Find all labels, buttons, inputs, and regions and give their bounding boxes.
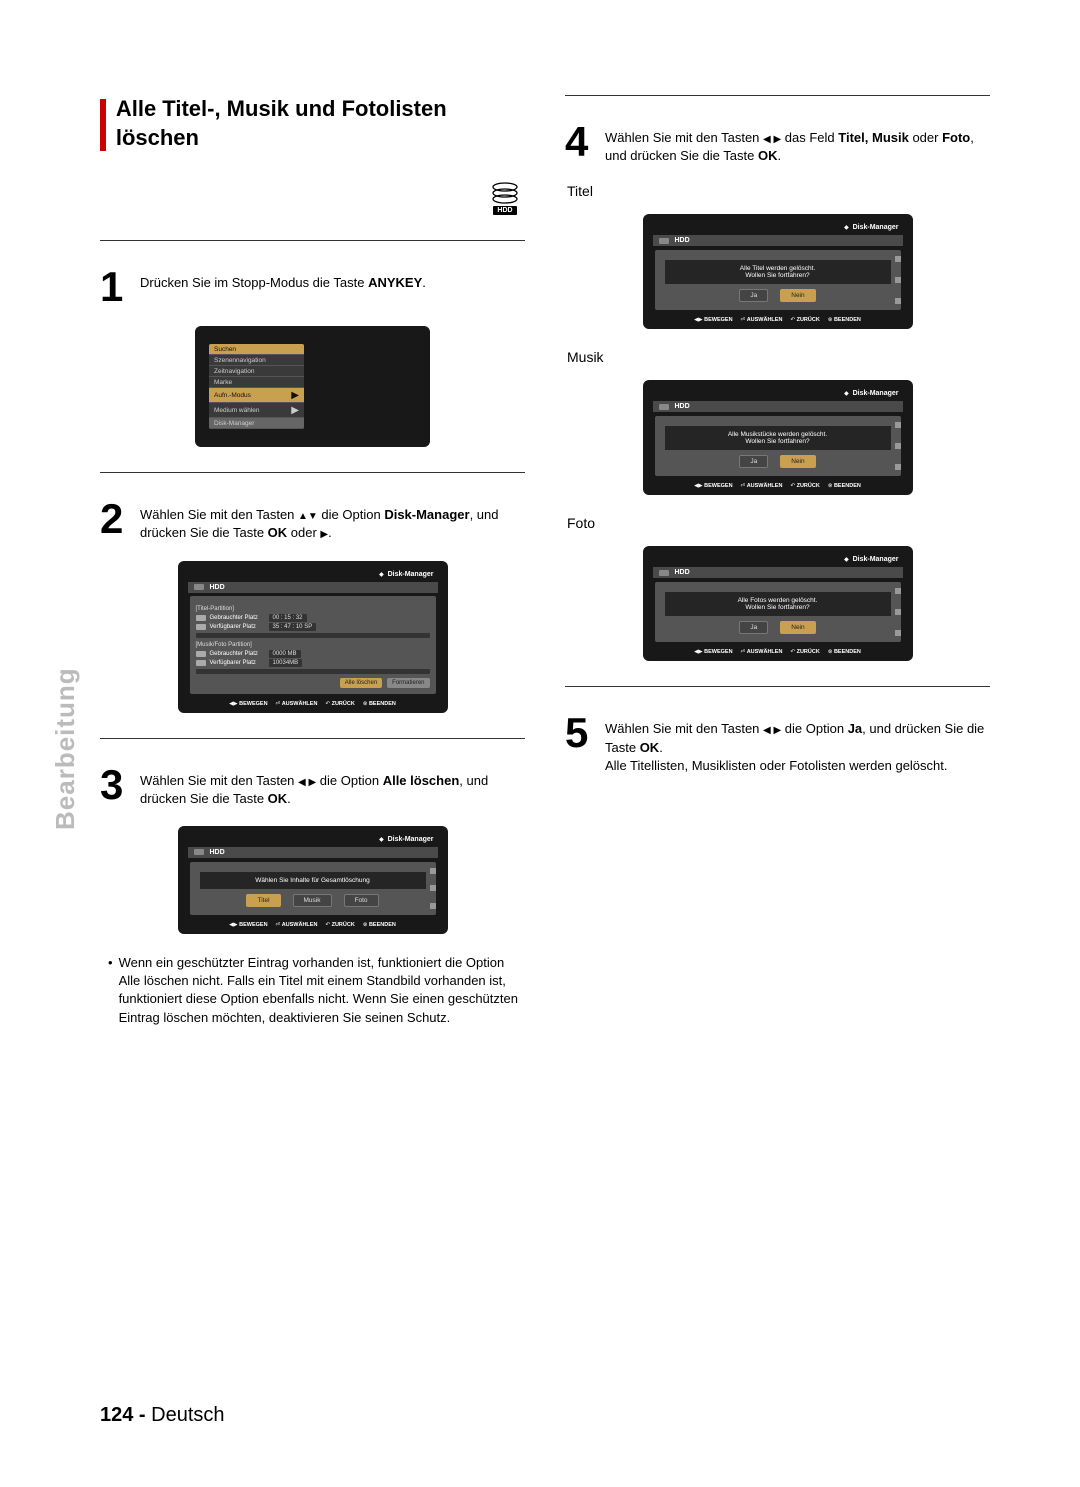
btn-yes: Ja	[739, 455, 768, 468]
btn-yes: Ja	[739, 621, 768, 634]
opt-musik: Musik	[293, 894, 332, 907]
opt-titel: Titel	[246, 894, 280, 907]
menu-item: Marke	[209, 377, 304, 388]
page-number: 124 -	[100, 1404, 146, 1426]
divider	[565, 686, 990, 687]
right-column: 4 Wählen Sie mit den Tasten ◀ ▶ das Feld…	[565, 95, 990, 1027]
opt-foto: Foto	[344, 894, 379, 907]
btn-format: Formatieren	[387, 678, 429, 688]
label-musik: Musik	[567, 349, 990, 365]
step-2: 2 Wählen Sie mit den Tasten ▲▼ die Optio…	[100, 498, 525, 542]
section-title-text: Alle Titel-, Musik und Fotolisten lösche…	[116, 95, 525, 152]
step-number: 1	[100, 266, 130, 308]
step-1: 1 Drücken Sie im Stopp-Modus die Taste A…	[100, 266, 525, 308]
menu-item: Aufn.-Modus▶	[209, 388, 304, 403]
anykey-menu: Suchen Szenennavigation Zeitnavigation M…	[209, 344, 304, 429]
menu-item: Szenennavigation	[209, 355, 304, 366]
screenshot-confirm-titel: ◆ Disk-Manager HDD Alle Titel werden gel…	[643, 214, 913, 329]
step-number: 5	[565, 712, 595, 754]
manual-page: Bearbeitung Alle Titel-, Musik und Fotol…	[0, 0, 1080, 1487]
left-column: Alle Titel-, Musik und Fotolisten lösche…	[100, 95, 525, 1027]
hdd-label: HDD	[493, 206, 516, 215]
drive-icon	[194, 584, 204, 590]
step-text: Wählen Sie mit den Tasten ▲▼ die Option …	[140, 498, 525, 542]
step-text: Wählen Sie mit den Tasten ◀ ▶ die Option…	[605, 712, 990, 775]
divider	[100, 472, 525, 473]
menu-item: Zeitnavigation	[209, 366, 304, 377]
screenshot-footer: ◀▶ BEWEGEN ⏎ AUSWÄHLEN ↶ ZURÜCK ⊗ BEENDE…	[186, 699, 440, 707]
screenshot-confirm-foto: ◆ Disk-Manager HDD Alle Fotos werden gel…	[643, 546, 913, 661]
divider	[565, 95, 990, 96]
divider	[100, 738, 525, 739]
btn-delete-all: Alle löschen	[340, 678, 382, 688]
btn-no: Nein	[780, 621, 815, 634]
step-text: Wählen Sie mit den Tasten ◀ ▶ das Feld T…	[605, 121, 990, 165]
page-footer: 124 - Deutsch	[100, 1404, 225, 1427]
screenshot-confirm-musik: ◆ Disk-Manager HDD Alle Musikstücke werd…	[643, 380, 913, 495]
step-text: Drücken Sie im Stopp-Modus die Taste ANY…	[140, 266, 426, 292]
step-text: Wählen Sie mit den Tasten ◀ ▶ die Option…	[140, 764, 525, 808]
menu-item: Disk-Manager	[209, 418, 304, 429]
menu-item: Medium wählen▶	[209, 403, 304, 418]
red-accent-bar	[100, 99, 106, 151]
section-title: Alle Titel-, Musik und Fotolisten lösche…	[100, 95, 525, 152]
step-3: 3 Wählen Sie mit den Tasten ◀ ▶ die Opti…	[100, 764, 525, 808]
menu-item: Suchen	[209, 344, 304, 355]
step-4: 4 Wählen Sie mit den Tasten ◀ ▶ das Feld…	[565, 121, 990, 165]
label-titel: Titel	[567, 183, 990, 199]
step-number: 2	[100, 498, 130, 540]
divider	[100, 240, 525, 241]
hdd-icon: HDD	[485, 182, 525, 215]
screenshot-select-content: ◆ Disk-Manager HDD Wählen Sie Inhalte fü…	[178, 826, 448, 934]
page-language: Deutsch	[151, 1404, 224, 1426]
note: •Wenn ein geschützter Eintrag vorhanden …	[100, 954, 525, 1027]
btn-no: Nein	[780, 289, 815, 302]
step-number: 4	[565, 121, 595, 163]
label-foto: Foto	[567, 515, 990, 531]
screenshot-menu: Suchen Szenennavigation Zeitnavigation M…	[195, 326, 430, 447]
step-5: 5 Wählen Sie mit den Tasten ◀ ▶ die Opti…	[565, 712, 990, 775]
btn-no: Nein	[780, 455, 815, 468]
step-number: 3	[100, 764, 130, 806]
side-tab-label: Bearbeitung	[50, 667, 81, 830]
screenshot-disk-manager: ◆ Disk-Manager HDD [Titel-Partition] Geb…	[178, 561, 448, 713]
btn-yes: Ja	[739, 289, 768, 302]
